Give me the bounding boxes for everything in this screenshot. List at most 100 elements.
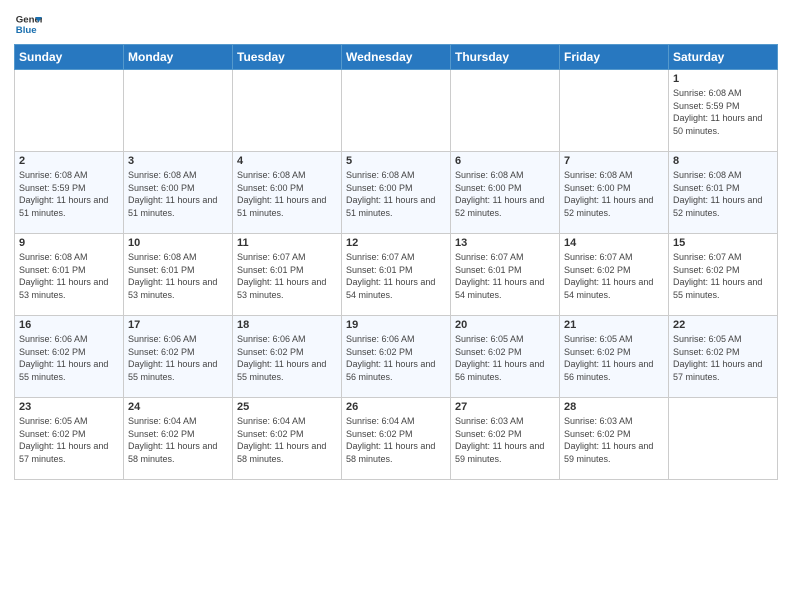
calendar-cell: 7 Sunrise: 6:08 AM Sunset: 6:00 PM Daylig… — [560, 152, 669, 234]
day-number: 8 — [673, 155, 773, 167]
day-info: Sunrise: 6:08 AM Sunset: 5:59 PM Dayligh… — [673, 87, 773, 137]
svg-text:Blue: Blue — [16, 25, 37, 36]
day-number: 11 — [237, 237, 337, 249]
day-info: Sunrise: 6:08 AM Sunset: 6:00 PM Dayligh… — [128, 169, 228, 219]
day-number: 7 — [564, 155, 664, 167]
calendar-cell: 14 Sunrise: 6:07 AM Sunset: 6:02 PM Dayli… — [560, 234, 669, 316]
day-info: Sunrise: 6:08 AM Sunset: 6:01 PM Dayligh… — [673, 169, 773, 219]
calendar-cell: 23 Sunrise: 6:05 AM Sunset: 6:02 PM Dayli… — [15, 398, 124, 480]
day-info: Sunrise: 6:07 AM Sunset: 6:02 PM Dayligh… — [673, 251, 773, 301]
calendar-cell: 12 Sunrise: 6:07 AM Sunset: 6:01 PM Dayli… — [342, 234, 451, 316]
day-info: Sunrise: 6:08 AM Sunset: 6:01 PM Dayligh… — [19, 251, 119, 301]
calendar-cell — [233, 70, 342, 152]
day-number: 13 — [455, 237, 555, 249]
day-number: 5 — [346, 155, 446, 167]
day-number: 16 — [19, 319, 119, 331]
day-number: 1 — [673, 73, 773, 85]
day-number: 4 — [237, 155, 337, 167]
day-info: Sunrise: 6:03 AM Sunset: 6:02 PM Dayligh… — [564, 415, 664, 465]
day-info: Sunrise: 6:04 AM Sunset: 6:02 PM Dayligh… — [237, 415, 337, 465]
calendar-cell: 4 Sunrise: 6:08 AM Sunset: 6:00 PM Daylig… — [233, 152, 342, 234]
day-number: 12 — [346, 237, 446, 249]
calendar-week-4: 16 Sunrise: 6:06 AM Sunset: 6:02 PM Dayli… — [15, 316, 778, 398]
logo: General Blue — [14, 10, 42, 38]
day-info: Sunrise: 6:08 AM Sunset: 6:00 PM Dayligh… — [237, 169, 337, 219]
day-number: 24 — [128, 401, 228, 413]
calendar-cell — [560, 70, 669, 152]
calendar-cell: 3 Sunrise: 6:08 AM Sunset: 6:00 PM Daylig… — [124, 152, 233, 234]
calendar-cell: 26 Sunrise: 6:04 AM Sunset: 6:02 PM Dayli… — [342, 398, 451, 480]
day-number: 9 — [19, 237, 119, 249]
day-number: 20 — [455, 319, 555, 331]
col-header-saturday: Saturday — [669, 45, 778, 70]
calendar-cell: 21 Sunrise: 6:05 AM Sunset: 6:02 PM Dayli… — [560, 316, 669, 398]
logo-icon: General Blue — [14, 10, 42, 38]
calendar-cell: 18 Sunrise: 6:06 AM Sunset: 6:02 PM Dayli… — [233, 316, 342, 398]
day-info: Sunrise: 6:06 AM Sunset: 6:02 PM Dayligh… — [346, 333, 446, 383]
day-info: Sunrise: 6:08 AM Sunset: 6:00 PM Dayligh… — [346, 169, 446, 219]
calendar-cell: 5 Sunrise: 6:08 AM Sunset: 6:00 PM Daylig… — [342, 152, 451, 234]
calendar-cell — [124, 70, 233, 152]
calendar-cell: 16 Sunrise: 6:06 AM Sunset: 6:02 PM Dayli… — [15, 316, 124, 398]
calendar-cell: 10 Sunrise: 6:08 AM Sunset: 6:01 PM Dayli… — [124, 234, 233, 316]
day-info: Sunrise: 6:08 AM Sunset: 6:00 PM Dayligh… — [564, 169, 664, 219]
col-header-thursday: Thursday — [451, 45, 560, 70]
calendar-cell: 8 Sunrise: 6:08 AM Sunset: 6:01 PM Daylig… — [669, 152, 778, 234]
calendar-cell: 11Sunrise: 6:07 AM Sunset: 6:01 PM Dayli… — [233, 234, 342, 316]
day-number: 21 — [564, 319, 664, 331]
col-header-tuesday: Tuesday — [233, 45, 342, 70]
page: General Blue SundayMondayTuesdayWednesda… — [0, 0, 792, 612]
day-number: 14 — [564, 237, 664, 249]
calendar-week-5: 23 Sunrise: 6:05 AM Sunset: 6:02 PM Dayli… — [15, 398, 778, 480]
day-number: 26 — [346, 401, 446, 413]
day-info: Sunrise: 6:05 AM Sunset: 6:02 PM Dayligh… — [564, 333, 664, 383]
day-info: Sunrise: 6:05 AM Sunset: 6:02 PM Dayligh… — [673, 333, 773, 383]
day-number: 25 — [237, 401, 337, 413]
day-number: 27 — [455, 401, 555, 413]
calendar-cell — [15, 70, 124, 152]
day-number: 28 — [564, 401, 664, 413]
calendar-cell: 1 Sunrise: 6:08 AM Sunset: 5:59 PM Daylig… — [669, 70, 778, 152]
day-info: Sunrise: 6:08 AM Sunset: 5:59 PM Dayligh… — [19, 169, 119, 219]
day-info: Sunrise: 6:07 AM Sunset: 6:01 PM Dayligh… — [455, 251, 555, 301]
day-info: Sunrise: 6:07 AM Sunset: 6:02 PM Dayligh… — [564, 251, 664, 301]
calendar-header-row: SundayMondayTuesdayWednesdayThursdayFrid… — [15, 45, 778, 70]
day-number: 6 — [455, 155, 555, 167]
day-number: 3 — [128, 155, 228, 167]
day-number: 22 — [673, 319, 773, 331]
day-info: Sunrise: 6:03 AM Sunset: 6:02 PM Dayligh… — [455, 415, 555, 465]
calendar-cell: 9 Sunrise: 6:08 AM Sunset: 6:01 PM Daylig… — [15, 234, 124, 316]
calendar-week-2: 2Sunrise: 6:08 AM Sunset: 5:59 PM Daylig… — [15, 152, 778, 234]
calendar-cell: 17 Sunrise: 6:06 AM Sunset: 6:02 PM Dayli… — [124, 316, 233, 398]
calendar-cell: 20 Sunrise: 6:05 AM Sunset: 6:02 PM Dayli… — [451, 316, 560, 398]
calendar-cell: 6 Sunrise: 6:08 AM Sunset: 6:00 PM Daylig… — [451, 152, 560, 234]
calendar-cell: 15 Sunrise: 6:07 AM Sunset: 6:02 PM Dayli… — [669, 234, 778, 316]
day-number: 23 — [19, 401, 119, 413]
day-info: Sunrise: 6:05 AM Sunset: 6:02 PM Dayligh… — [455, 333, 555, 383]
day-number: 15 — [673, 237, 773, 249]
calendar-cell: 13 Sunrise: 6:07 AM Sunset: 6:01 PM Dayli… — [451, 234, 560, 316]
day-info: Sunrise: 6:07 AM Sunset: 6:01 PM Dayligh… — [346, 251, 446, 301]
day-info: Sunrise: 6:08 AM Sunset: 6:01 PM Dayligh… — [128, 251, 228, 301]
day-info: Sunrise: 6:05 AM Sunset: 6:02 PM Dayligh… — [19, 415, 119, 465]
calendar-cell: 27 Sunrise: 6:03 AM Sunset: 6:02 PM Dayli… — [451, 398, 560, 480]
day-info: Sunrise: 6:06 AM Sunset: 6:02 PM Dayligh… — [19, 333, 119, 383]
calendar-table: SundayMondayTuesdayWednesdayThursdayFrid… — [14, 44, 778, 480]
day-info: Sunrise: 6:04 AM Sunset: 6:02 PM Dayligh… — [346, 415, 446, 465]
calendar-cell: 24Sunrise: 6:04 AM Sunset: 6:02 PM Dayli… — [124, 398, 233, 480]
col-header-monday: Monday — [124, 45, 233, 70]
day-info: Sunrise: 6:08 AM Sunset: 6:00 PM Dayligh… — [455, 169, 555, 219]
calendar-cell — [342, 70, 451, 152]
day-number: 17 — [128, 319, 228, 331]
calendar-week-1: 1 Sunrise: 6:08 AM Sunset: 5:59 PM Daylig… — [15, 70, 778, 152]
calendar-cell: 19Sunrise: 6:06 AM Sunset: 6:02 PM Dayli… — [342, 316, 451, 398]
day-number: 18 — [237, 319, 337, 331]
col-header-wednesday: Wednesday — [342, 45, 451, 70]
col-header-friday: Friday — [560, 45, 669, 70]
calendar-week-3: 9 Sunrise: 6:08 AM Sunset: 6:01 PM Daylig… — [15, 234, 778, 316]
day-number: 10 — [128, 237, 228, 249]
header: General Blue — [14, 10, 778, 38]
day-info: Sunrise: 6:06 AM Sunset: 6:02 PM Dayligh… — [237, 333, 337, 383]
col-header-sunday: Sunday — [15, 45, 124, 70]
day-info: Sunrise: 6:06 AM Sunset: 6:02 PM Dayligh… — [128, 333, 228, 383]
